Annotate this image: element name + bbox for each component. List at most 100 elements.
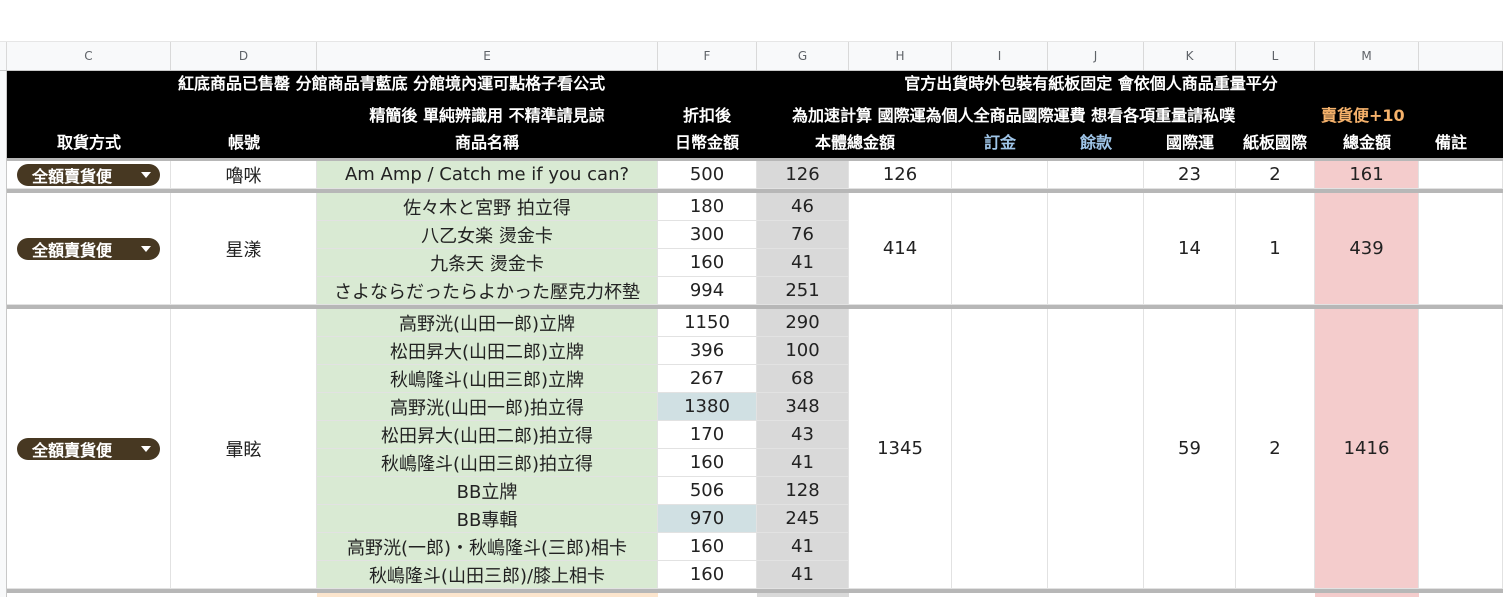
board-shipping-cell[interactable]: 2 [1236, 161, 1315, 189]
product-name-cell[interactable]: Am Amp / Catch me if you can? [317, 161, 658, 189]
twd-amount-cell[interactable]: 100 [757, 337, 849, 365]
header-note-left: 紅底商品已售罄 分館商品青藍底 分館境內運可點格子看公式 [178, 74, 606, 93]
deposit-cell[interactable] [952, 161, 1048, 189]
subtotal-cell[interactable]: 126 [849, 161, 952, 189]
column-header-m[interactable]: M [1315, 42, 1419, 70]
twd-amount-cell[interactable]: 46 [757, 193, 849, 221]
twd-amount-cell[interactable]: 41 [757, 249, 849, 277]
intl-shipping-cell[interactable]: 59 [1144, 309, 1236, 589]
twd-amount-cell[interactable]: 251 [757, 277, 849, 305]
twd-amount-cell[interactable]: 126 [757, 161, 849, 189]
intl-shipping-cell[interactable]: 23 [1144, 161, 1236, 189]
dropdown-arrow-icon[interactable] [141, 446, 151, 452]
jpy-amount-cell[interactable]: 160 [658, 533, 757, 561]
jpy-amount-cell[interactable]: 396 [658, 337, 757, 365]
product-name-cell[interactable]: BB專輯 [317, 505, 658, 533]
column-header-e[interactable]: E [317, 42, 658, 70]
pickup-dropdown-chip[interactable]: 全額賣貨便 [17, 238, 160, 260]
twd-amount-cell[interactable]: 128 [757, 477, 849, 505]
pickup-label: 全額賣貨便 [32, 241, 113, 260]
header-note: 備註 [1434, 133, 1468, 152]
note-cell[interactable] [1419, 309, 1503, 589]
column-header-g[interactable]: G [757, 42, 849, 70]
intl-shipping-cell[interactable]: 14 [1144, 193, 1236, 305]
twd-amount-cell[interactable]: 41 [757, 561, 849, 589]
column-header-n[interactable] [1419, 42, 1503, 70]
note-cell[interactable] [1419, 161, 1503, 189]
twd-amount-cell[interactable]: 245 [757, 505, 849, 533]
product-name-cell[interactable]: 八乙女楽 燙金卡 [317, 221, 658, 249]
pickup-dropdown-chip[interactable]: 全額賣貨便 [17, 438, 160, 460]
twd-amount-cell[interactable]: 41 [757, 533, 849, 561]
jpy-amount-cell-branch[interactable]: 970 [658, 505, 757, 533]
dropdown-arrow-icon[interactable] [141, 246, 151, 252]
product-name-cell[interactable]: さよならだったらよかった壓克力杯墊 [317, 277, 658, 305]
column-header-f[interactable]: F [658, 42, 757, 70]
group-divider [7, 589, 1503, 593]
product-name-cell[interactable]: 九条天 燙金卡 [317, 249, 658, 277]
twd-amount-cell[interactable]: 76 [757, 221, 849, 249]
header-total: 總金額 [1342, 133, 1392, 152]
board-shipping-cell[interactable]: 2 [1236, 309, 1315, 589]
jpy-amount-cell[interactable]: 1150 [658, 309, 757, 337]
twd-amount-cell[interactable]: 41 [757, 449, 849, 477]
product-name-cell[interactable]: 秋嶋隆斗(山田三郎)拍立得 [317, 449, 658, 477]
account-cell[interactable]: 暈眩 [171, 309, 317, 589]
jpy-amount-cell-branch[interactable]: 1380 [658, 393, 757, 421]
account-cell[interactable]: 星漾 [171, 193, 317, 305]
product-name-cell[interactable]: 高野洸(一郎)・秋嶋隆斗(三郎)相卡 [317, 533, 658, 561]
total-cell[interactable]: 439 [1315, 193, 1419, 305]
subtotal-cell[interactable]: 414 [849, 193, 952, 305]
column-header-h[interactable]: H [849, 42, 952, 70]
product-name-cell[interactable]: 佐々木と宮野 拍立得 [317, 193, 658, 221]
header-note-right: 官方出貨時外包裝有紙板固定 會依個人商品重量平分 [904, 74, 1278, 93]
twd-amount-cell[interactable]: 68 [757, 365, 849, 393]
total-cell[interactable]: 161 [1315, 161, 1419, 189]
product-name-cell[interactable]: 松田昇大(山田二郎)拍立得 [317, 421, 658, 449]
jpy-amount-cell[interactable]: 170 [658, 421, 757, 449]
column-header-row: C D E F G H I J K L M [0, 42, 1503, 71]
header-board: 紙板國際 [1242, 133, 1308, 152]
product-name-cell[interactable]: 高野洸(山田一郎)立牌 [317, 309, 658, 337]
jpy-amount-cell[interactable]: 506 [658, 477, 757, 505]
account-cell[interactable]: 嚕咪 [171, 161, 317, 189]
jpy-amount-cell[interactable]: 267 [658, 365, 757, 393]
product-name-cell[interactable]: 松田昇大(山田二郎)立牌 [317, 337, 658, 365]
column-header-i[interactable]: I [952, 42, 1048, 70]
note-cell[interactable] [1419, 193, 1503, 305]
jpy-amount-cell[interactable]: 160 [658, 561, 757, 589]
deposit-cell[interactable] [952, 309, 1048, 589]
pickup-dropdown-chip[interactable]: 全額賣貨便 [17, 164, 160, 186]
column-header-c[interactable]: C [7, 42, 171, 70]
column-header-j[interactable]: J [1048, 42, 1144, 70]
product-name-cell[interactable]: BB立牌 [317, 477, 658, 505]
balance-cell[interactable] [1048, 309, 1144, 589]
total-cell[interactable]: 1416 [1315, 309, 1419, 589]
jpy-amount-cell[interactable]: 994 [658, 277, 757, 305]
subtotal-cell[interactable]: 1345 [849, 309, 952, 589]
board-shipping-cell[interactable]: 1 [1236, 193, 1315, 305]
jpy-amount-cell[interactable]: 180 [658, 193, 757, 221]
twd-amount-cell[interactable]: 290 [757, 309, 849, 337]
twd-amount-cell[interactable]: 348 [757, 393, 849, 421]
product-name-cell[interactable]: 秋嶋隆斗(山田三郎)立牌 [317, 365, 658, 393]
product-name-cell[interactable]: 高野洸(山田一郎)拍立得 [317, 393, 658, 421]
header-deposit: 訂金 [983, 133, 1017, 152]
dropdown-arrow-icon[interactable] [141, 172, 151, 178]
twd-amount-cell[interactable]: 43 [757, 421, 849, 449]
column-header-l[interactable]: L [1236, 42, 1315, 70]
select-all-corner[interactable] [0, 42, 7, 70]
balance-cell[interactable] [1048, 161, 1144, 189]
product-name-cell[interactable]: 秋嶋隆斗(山田三郎)/膝上相卡 [317, 561, 658, 589]
jpy-amount-cell[interactable]: 300 [658, 221, 757, 249]
header-intl: 國際運 [1165, 133, 1215, 152]
header-jpy: 日幣金額 [674, 133, 740, 152]
jpy-amount-cell[interactable]: 160 [658, 449, 757, 477]
column-header-d[interactable]: D [171, 42, 317, 70]
jpy-amount-cell[interactable]: 500 [658, 161, 757, 189]
balance-cell[interactable] [1048, 193, 1144, 305]
deposit-cell[interactable] [952, 193, 1048, 305]
column-header-k[interactable]: K [1144, 42, 1236, 70]
jpy-amount-cell[interactable]: 160 [658, 249, 757, 277]
header-subtotal: 本體總金額 [814, 133, 896, 152]
